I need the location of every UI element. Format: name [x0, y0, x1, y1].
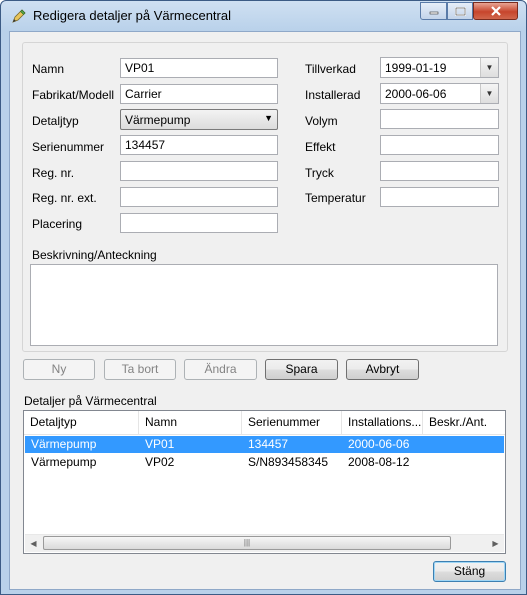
- regnrext-input[interactable]: [120, 187, 278, 207]
- tryck-label: Tryck: [305, 166, 334, 180]
- scroll-right-icon[interactable]: ▶: [487, 535, 504, 552]
- tryck-input[interactable]: [380, 161, 499, 181]
- placering-input[interactable]: [120, 213, 278, 233]
- table-row[interactable]: Värmepump VP02 S/N893458345 2008-08-12: [25, 454, 504, 471]
- volym-label: Volym: [305, 114, 338, 128]
- tillverkad-value: 1999-01-19: [385, 61, 447, 75]
- table-cell: Värmepump: [31, 437, 97, 451]
- close-dialog-button[interactable]: Stäng: [433, 561, 506, 582]
- table-cell: [423, 454, 504, 471]
- title-bar[interactable]: Redigera detaljer på Värmecentral: [1, 1, 526, 31]
- detaljtyp-value: Värmepump: [125, 113, 191, 127]
- fabrikat-label: Fabrikat/Modell: [32, 88, 115, 102]
- table-cell: S/N893458345: [248, 455, 329, 469]
- delete-button[interactable]: Ta bort: [104, 359, 176, 380]
- table-cell: 134457: [248, 437, 289, 451]
- temperatur-label: Temperatur: [305, 191, 366, 205]
- column-header-installation[interactable]: Installations...: [342, 411, 423, 434]
- namn-label: Namn: [32, 62, 65, 76]
- placering-label: Placering: [32, 217, 83, 231]
- dialog-client-area: Namn VP01 Fabrikat/Modell Carrier Detalj…: [9, 31, 521, 590]
- table-cell: 2008-08-12: [348, 455, 410, 469]
- namn-input[interactable]: VP01: [120, 58, 278, 78]
- installerad-value: 2000-06-06: [385, 87, 447, 101]
- effekt-label: Effekt: [305, 140, 336, 154]
- effekt-input[interactable]: [380, 135, 499, 155]
- detaljtyp-select[interactable]: Värmepump ▼: [120, 109, 278, 130]
- cancel-button[interactable]: Avbryt: [346, 359, 419, 380]
- tillverkad-datepicker[interactable]: 1999-01-19 ▼: [380, 57, 499, 78]
- column-header-serienummer[interactable]: Serienummer: [242, 411, 342, 434]
- table-cell: VP01: [145, 437, 175, 451]
- chevron-down-icon[interactable]: ▼: [480, 58, 498, 77]
- save-button[interactable]: Spara: [265, 359, 338, 380]
- minimize-button[interactable]: [420, 2, 447, 20]
- scroll-left-icon[interactable]: ◀: [25, 535, 42, 552]
- chevron-down-icon: ▼: [264, 113, 273, 123]
- table-row[interactable]: Värmepump VP01 134457 2000-06-06: [25, 436, 504, 453]
- window-title: Redigera detaljer på Värmecentral: [33, 8, 231, 23]
- scrollbar-thumb[interactable]: |||: [43, 536, 451, 550]
- table-cell: VP02: [145, 455, 175, 469]
- close-button[interactable]: [473, 2, 518, 20]
- volym-input[interactable]: [380, 109, 499, 129]
- beskrivning-label: Beskrivning/Anteckning: [32, 248, 157, 262]
- column-header-namn[interactable]: Namn: [139, 411, 242, 434]
- pencil-icon: [12, 9, 26, 23]
- close-icon: [490, 6, 501, 16]
- minimize-icon: [429, 11, 438, 15]
- column-header-beskrivning[interactable]: Beskr./Ant.: [423, 411, 505, 434]
- column-header-detaljtyp[interactable]: Detaljtyp: [24, 411, 139, 434]
- maximize-button[interactable]: [447, 2, 473, 20]
- serienummer-input[interactable]: 134457: [120, 135, 278, 155]
- list-header: Detaljtyp Namn Serienummer Installations…: [24, 411, 505, 435]
- fabrikat-input[interactable]: Carrier: [120, 84, 278, 104]
- installerad-datepicker[interactable]: 2000-06-06 ▼: [380, 83, 499, 104]
- chevron-down-icon[interactable]: ▼: [480, 84, 498, 103]
- regnr-label: Reg. nr.: [32, 166, 75, 180]
- installerad-label: Installerad: [305, 88, 361, 102]
- list-title: Detaljer på Värmecentral: [24, 394, 157, 408]
- details-listview[interactable]: Detaljtyp Namn Serienummer Installations…: [23, 410, 506, 554]
- horizontal-scrollbar[interactable]: ◀ ||| ▶: [25, 534, 504, 552]
- regnr-input[interactable]: [120, 161, 278, 181]
- table-cell: Värmepump: [31, 455, 97, 469]
- maximize-icon: [454, 6, 466, 16]
- regnrext-label: Reg. nr. ext.: [32, 191, 97, 205]
- serienummer-label: Serienummer: [32, 140, 105, 154]
- new-button[interactable]: Ny: [23, 359, 95, 380]
- edit-button[interactable]: Ändra: [184, 359, 257, 380]
- details-groupbox: Namn VP01 Fabrikat/Modell Carrier Detalj…: [22, 42, 508, 352]
- table-cell: 2000-06-06: [348, 437, 410, 451]
- detaljtyp-label: Detaljtyp: [32, 114, 79, 128]
- table-cell: [423, 436, 504, 453]
- temperatur-input[interactable]: [380, 187, 499, 207]
- beskrivning-textarea[interactable]: [30, 264, 498, 346]
- dialog-window: Redigera detaljer på Värmecentral Namn V…: [0, 0, 527, 595]
- tillverkad-label: Tillverkad: [305, 62, 356, 76]
